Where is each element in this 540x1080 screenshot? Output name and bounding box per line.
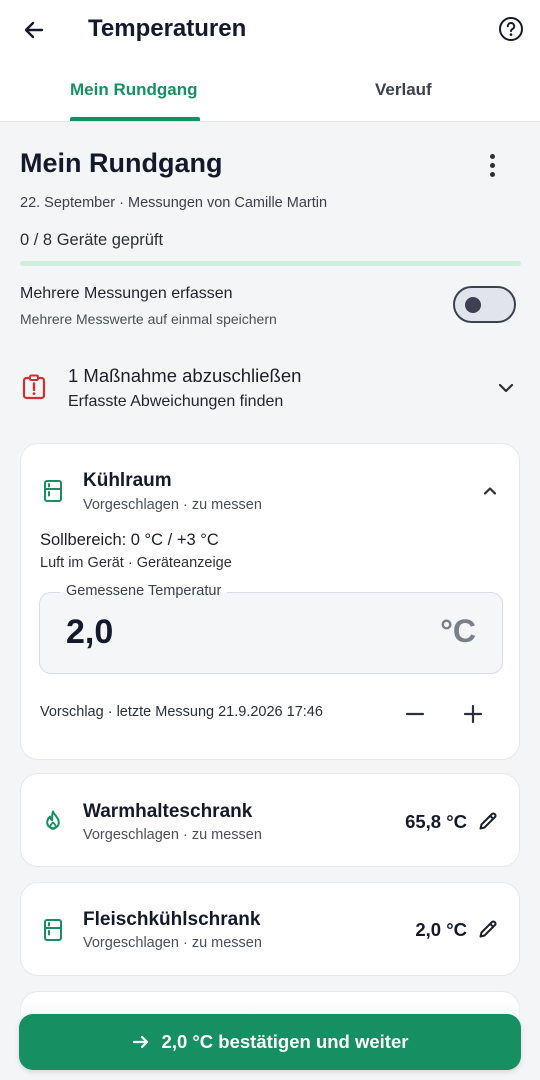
temperature-input-label: Gemessene Temperatur [60,583,228,599]
increment-button[interactable] [459,700,487,728]
temperature-input[interactable]: Gemessene Temperatur 2,0 °C [39,583,503,674]
device-card-fleischkuehlschrank[interactable]: Fleischkühlschrank Vorgeschlagen · zu me… [20,882,520,976]
progress-bar [20,261,521,266]
arrow-right-icon [132,1035,148,1049]
clipboard-alert-icon [22,374,46,400]
temperature-input-value[interactable]: 2,0 [66,613,113,652]
multi-measure-subtitle: Mehrere Messwerte auf einmal speichern [20,311,277,327]
tab-verlauf[interactable]: Verlauf [375,80,432,100]
tab-mein-rundgang[interactable]: Mein Rundgang [70,80,197,100]
back-button[interactable] [18,14,50,46]
section-title: Mein Rundgang [20,148,223,178]
device-card-warmhalteschrank[interactable]: Warmhalteschrank Vorgeschlagen · zu mess… [20,773,520,867]
round-meta: 22. September · Messungen von Camille Ma… [20,195,328,211]
chevron-up-icon[interactable] [481,482,499,500]
device-name: Kühlraum [83,470,172,491]
device-name: Warmhalteschrank [83,801,253,822]
pending-action-subtitle: Erfasste Abweichungen finden [68,393,284,410]
help-circle-icon[interactable] [498,16,524,42]
plus-icon [463,704,483,724]
device-name: Fleischkühlschrank [83,909,261,930]
chevron-down-icon[interactable] [496,378,516,398]
arrow-left-icon [24,21,44,39]
multi-measure-title: Mehrere Messungen erfassen [20,285,233,302]
device-temperature: 65,8 °C [405,811,467,832]
confirm-button-label: 2,0 °C bestätigen und weiter [161,1031,409,1052]
toggle-knob [465,297,481,313]
minus-icon [405,712,425,716]
fridge-icon [44,480,62,502]
device-card-kuehlraum: Kühlraum Vorgeschlagen · zu messen Sollb… [20,443,520,760]
last-measurement-suggestion: Vorschlag · letzte Messung 21.9.2026 17:… [40,704,323,720]
device-status: Vorgeschlagen · zu messen [83,935,262,951]
more-options-button[interactable] [478,150,506,180]
temperature-unit: °C [440,613,476,649]
device-status: Vorgeschlagen · zu messen [83,827,262,843]
more-vert-icon [489,153,495,159]
target-range: Sollbereich: 0 °C / +3 °C [40,531,219,549]
pending-action-title[interactable]: 1 Maßnahme abzuschließen [68,365,301,387]
flame-icon [46,810,60,830]
page-title: Temperaturen [88,15,247,42]
fridge-icon [44,919,62,941]
pencil-icon[interactable] [477,810,499,832]
confirm-and-next-button[interactable]: 2,0 °C bestätigen und weiter [19,1014,521,1070]
pencil-icon[interactable] [477,918,499,940]
device-status: Vorgeschlagen · zu messen [83,497,262,513]
decrement-button[interactable] [401,700,429,728]
device-temperature: 2,0 °C [415,919,467,940]
active-tab-indicator [70,117,200,121]
top-app-bar: Temperaturen Mein Rundgang Verlauf [0,0,540,122]
target-description: Luft im Gerät · Geräteanzeige [40,555,232,571]
multi-measure-toggle[interactable] [453,286,516,323]
progress-text: 0 / 8 Geräte geprüft [20,231,164,249]
